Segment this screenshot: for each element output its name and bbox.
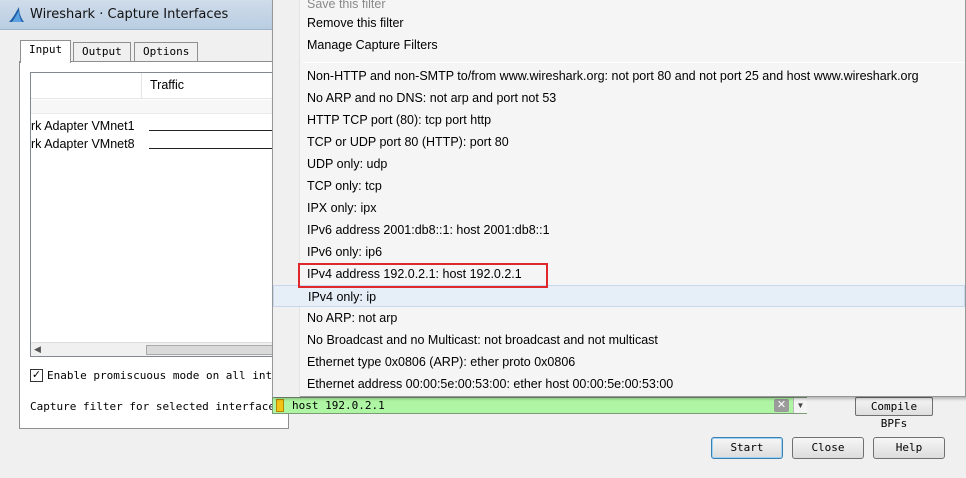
- menu-item-filter[interactable]: Ethernet address 00:00:5e:00:53:00: ethe…: [273, 373, 965, 395]
- tab-input[interactable]: Input: [20, 40, 72, 63]
- table-header: Traffic: [31, 73, 279, 99]
- chevron-down-icon[interactable]: ▼: [793, 398, 807, 413]
- menu-item-filter[interactable]: UDP only: udp: [273, 153, 965, 175]
- menu-item-filter[interactable]: No Broadcast and no Multicast: not broad…: [273, 329, 965, 351]
- menu-item-filter[interactable]: IPv6 address 2001:db8::1: host 2001:db8:…: [273, 219, 965, 241]
- menu-item-filter[interactable]: TCP or UDP port 80 (HTTP): port 80: [273, 131, 965, 153]
- table-row[interactable]: rk Adapter VMnet8: [31, 136, 279, 154]
- menu-separator: [303, 62, 965, 63]
- column-header-traffic[interactable]: Traffic: [150, 78, 184, 92]
- bookmark-icon[interactable]: [276, 399, 284, 412]
- menu-item-filter[interactable]: IPX only: ipx: [273, 197, 965, 219]
- menu-item-filter[interactable]: HTTP TCP port (80): tcp port http: [273, 109, 965, 131]
- menu-item-filter[interactable]: No ARP: not arp: [273, 307, 965, 329]
- start-button[interactable]: Start: [711, 437, 783, 459]
- menu-item-filter[interactable]: TCP only: tcp: [273, 175, 965, 197]
- interface-name: rk Adapter VMnet1: [31, 119, 135, 133]
- wireshark-fin-icon: [9, 7, 24, 22]
- close-button[interactable]: Close: [792, 437, 864, 459]
- window-title: Wireshark · Capture Interfaces: [30, 7, 229, 22]
- menu-item-remove-filter[interactable]: Remove this filter: [273, 12, 965, 34]
- column-divider[interactable]: [141, 73, 142, 99]
- menu-item-filter[interactable]: Non-HTTP and non-SMTP to/from www.wiresh…: [273, 65, 965, 87]
- capture-filter-value: host 192.0.2.1: [292, 399, 385, 412]
- traffic-sparkline: [149, 148, 279, 149]
- menu-item-filter[interactable]: IPv6 only: ip6: [273, 241, 965, 263]
- capture-filter-input[interactable]: host 192.0.2.1 ✕ ▼: [272, 397, 807, 414]
- capture-interfaces-window: Wireshark · Capture Interfaces Input Out…: [0, 0, 966, 478]
- tab-output[interactable]: Output: [73, 42, 131, 62]
- capture-filter-label: Capture filter for selected interfaces:: [30, 400, 289, 413]
- table-subheader: [31, 100, 279, 114]
- interface-table[interactable]: Traffic rk Adapter VMnet1 rk Adapter VMn…: [30, 72, 280, 357]
- capture-filter-menu: Save this filter Remove this filter Mana…: [272, 0, 966, 397]
- horizontal-scrollbar[interactable]: ◀: [31, 342, 279, 356]
- table-row[interactable]: rk Adapter VMnet1: [31, 118, 279, 136]
- menu-item-filter[interactable]: IPv4 address 192.0.2.1: host 192.0.2.1: [273, 263, 965, 285]
- interface-name: rk Adapter VMnet8: [31, 137, 135, 151]
- clear-icon[interactable]: ✕: [774, 399, 789, 412]
- compile-bpfs-button[interactable]: Compile BPFs: [855, 397, 933, 430]
- scrollbar-thumb[interactable]: [146, 345, 276, 355]
- menu-item-filter[interactable]: Ethernet type 0x0806 (ARP): ether proto …: [273, 351, 965, 373]
- menu-item-filter[interactable]: IPv4 only: ip: [273, 285, 965, 307]
- traffic-sparkline: [149, 130, 279, 131]
- promiscuous-mode-label: Enable promiscuous mode on all interf: [47, 369, 293, 382]
- help-button[interactable]: Help: [873, 437, 945, 459]
- menu-item-manage-filters[interactable]: Manage Capture Filters: [273, 34, 965, 56]
- promiscuous-mode-checkbox[interactable]: ✓: [30, 369, 43, 382]
- menu-item-filter[interactable]: No ARP and no DNS: not arp and port not …: [273, 87, 965, 109]
- scroll-left-arrow-icon[interactable]: ◀: [34, 344, 41, 355]
- tab-options[interactable]: Options: [134, 42, 199, 62]
